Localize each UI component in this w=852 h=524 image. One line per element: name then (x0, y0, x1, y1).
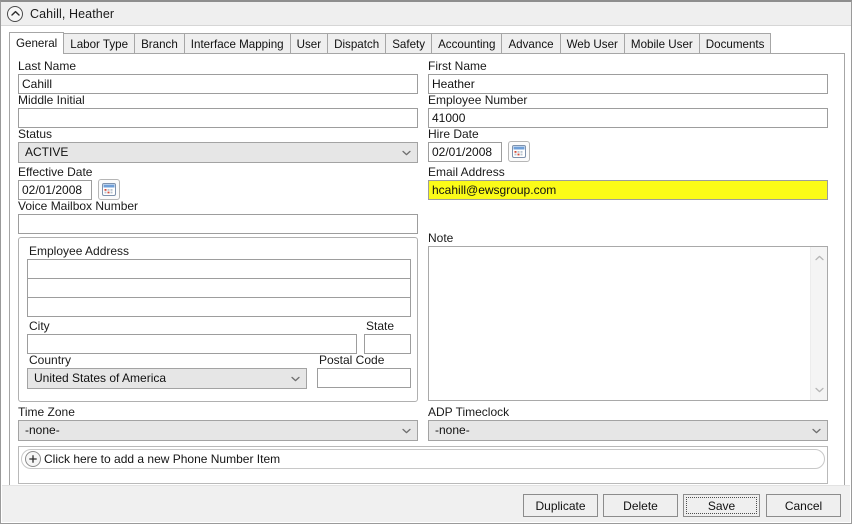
tab-safety[interactable]: Safety (385, 33, 433, 54)
save-button[interactable]: Save (683, 494, 760, 517)
employee-number-label: Employee Number (428, 93, 528, 107)
time-zone-dropdown[interactable]: -none- (18, 420, 418, 441)
tab-accounting[interactable]: Accounting (431, 33, 503, 54)
add-phone-number-label: Click here to add a new Phone Number Ite… (44, 452, 281, 466)
effective-date-label: Effective Date (18, 165, 93, 179)
chevron-down-icon (812, 428, 821, 434)
save-button-label: Save (707, 498, 736, 513)
address-line-2-input[interactable] (27, 278, 411, 298)
window-title: Cahill, Heather (30, 6, 115, 21)
status-value: ACTIVE (25, 145, 69, 159)
scroll-down-icon[interactable] (811, 381, 827, 398)
tab-label: Interface Mapping (190, 37, 284, 51)
email-address-input[interactable]: hcahill@ewsgroup.com (428, 180, 828, 200)
tab-label: Labor Type (70, 37, 129, 51)
tab-label: Safety (392, 37, 426, 51)
tab-mobile-user[interactable]: Mobile User (623, 33, 700, 54)
tab-labor-type[interactable]: Labor Type (63, 33, 136, 54)
voice-mailbox-input[interactable] (18, 214, 418, 234)
tab-interface-mapping[interactable]: Interface Mapping (183, 33, 291, 54)
chevron-down-icon (402, 428, 411, 434)
note-textarea[interactable] (428, 246, 828, 401)
tab-label: Dispatch (334, 37, 380, 51)
delete-button[interactable]: Delete (603, 494, 678, 517)
hire-date-calendar-icon[interactable] (508, 141, 530, 162)
tab-web-user[interactable]: Web User (559, 33, 625, 54)
tab-documents[interactable]: Documents (698, 33, 772, 54)
middle-initial-label: Middle Initial (18, 93, 85, 107)
address-line-3-input[interactable] (27, 297, 411, 317)
tab-branch[interactable]: Branch (134, 33, 185, 54)
plus-circle-icon (25, 451, 41, 467)
adp-timeclock-value: -none- (435, 423, 470, 437)
tab-label: Mobile User (630, 37, 693, 51)
state-input[interactable] (364, 334, 411, 354)
tab-label: Web User (566, 37, 618, 51)
chevron-down-icon (291, 376, 300, 382)
cancel-button[interactable]: Cancel (766, 494, 841, 517)
phone-number-panel: Click here to add a new Phone Number Ite… (18, 446, 828, 484)
window-titlebar: Cahill, Heather (1, 2, 851, 26)
effective-date-input[interactable]: 02/01/2008 (18, 180, 92, 200)
adp-timeclock-dropdown[interactable]: -none- (428, 420, 828, 441)
scroll-up-icon[interactable] (811, 249, 827, 266)
tab-label: General (16, 37, 58, 50)
note-label: Note (428, 231, 454, 245)
last-name-label: Last Name (18, 59, 77, 73)
tab-general[interactable]: General (9, 32, 65, 54)
add-phone-number-button[interactable]: Click here to add a new Phone Number Ite… (21, 449, 825, 469)
city-label: City (29, 319, 50, 333)
country-dropdown[interactable]: United States of America (27, 368, 307, 389)
last-name-input[interactable]: Cahill (18, 74, 418, 94)
tab-dispatch[interactable]: Dispatch (327, 33, 387, 54)
duplicate-button[interactable]: Duplicate (523, 494, 598, 517)
cancel-button-label: Cancel (784, 498, 823, 513)
employee-address-title: Employee Address (29, 244, 130, 258)
tab-advance[interactable]: Advance (501, 33, 561, 54)
chevron-up-circle-icon[interactable] (7, 5, 23, 22)
tab-label: Documents (705, 37, 765, 51)
email-address-label: Email Address (428, 165, 505, 179)
country-value: United States of America (34, 371, 167, 385)
status-label: Status (18, 127, 53, 141)
middle-initial-input[interactable] (18, 108, 418, 128)
voice-mailbox-label: Voice Mailbox Number (18, 199, 139, 213)
country-label: Country (29, 353, 72, 367)
effective-date-calendar-icon[interactable] (98, 179, 120, 200)
tab-label: User (296, 37, 322, 51)
first-name-input[interactable]: Heather (428, 74, 828, 94)
status-dropdown[interactable]: ACTIVE (18, 142, 418, 163)
city-input[interactable] (27, 334, 357, 354)
hire-date-input[interactable]: 02/01/2008 (428, 142, 502, 162)
tab-label: Branch (141, 37, 178, 51)
tab-page-general: Last Name Cahill Middle Initial Status A… (9, 53, 845, 487)
employee-number-input[interactable]: 41000 (428, 108, 828, 128)
dialog-footer: Duplicate Delete Save Cancel (2, 485, 850, 522)
time-zone-value: -none- (25, 423, 60, 437)
first-name-label: First Name (428, 59, 487, 73)
duplicate-button-label: Duplicate (535, 498, 586, 513)
employee-record-window: Cahill, Heather General Labor Type Branc… (0, 0, 852, 524)
tab-strip: General Labor Type Branch Interface Mapp… (9, 32, 845, 54)
adp-timeclock-label: ADP Timeclock (428, 405, 510, 419)
time-zone-label: Time Zone (18, 405, 75, 419)
postal-code-input[interactable] (317, 368, 411, 388)
hire-date-label: Hire Date (428, 127, 479, 141)
delete-button-label: Delete (623, 498, 658, 513)
tab-label: Accounting (438, 37, 496, 51)
postal-code-label: Postal Code (319, 353, 385, 367)
note-scrollbar[interactable] (810, 247, 827, 400)
tab-user[interactable]: User (289, 33, 329, 54)
state-label: State (366, 319, 395, 333)
address-line-1-input[interactable] (27, 259, 411, 279)
chevron-down-icon (402, 150, 411, 156)
employee-address-group: Employee Address City State Country Post… (18, 237, 418, 402)
tab-label: Advance (508, 37, 554, 51)
